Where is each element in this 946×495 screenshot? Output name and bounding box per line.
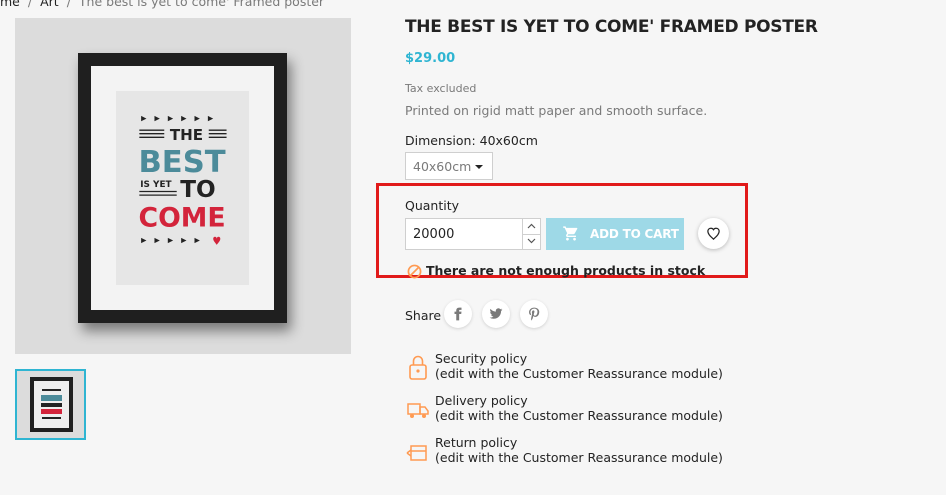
dimension-select-value: 40x60cm (413, 159, 472, 174)
shield-lock-icon (409, 355, 427, 380)
poster-print: THE BEST IS YET TO COME (116, 91, 249, 285)
ban-icon (407, 264, 422, 279)
poster-text-is-yet: IS YET (140, 180, 171, 190)
chevron-up-icon (527, 223, 536, 229)
reassurance-delivery-subtitle: (edit with the Customer Reassurance modu… (435, 408, 723, 423)
breadcrumb-home[interactable]: me (0, 0, 20, 9)
breadcrumb-art[interactable]: Art (40, 0, 59, 9)
reassurance-security: Security policy (edit with the Customer … (405, 351, 725, 387)
poster-frame: THE BEST IS YET TO COME (78, 53, 287, 323)
lines-is-yet (139, 190, 177, 196)
twitter-icon (489, 308, 503, 319)
poster-artwork: THE BEST IS YET TO COME (138, 115, 227, 245)
add-to-cart-button[interactable]: ADD TO CART (546, 218, 684, 250)
return-box-icon (406, 445, 427, 461)
poster-text-the: THE (170, 126, 203, 144)
dimension-select[interactable]: 40x60cm (405, 152, 493, 180)
poster-text-come: COME (138, 202, 225, 233)
reassurance-delivery-title: Delivery policy (435, 393, 528, 408)
poster-text-to: TO (180, 177, 215, 203)
product-title: THE BEST IS YET TO COME' FRAMED POSTER (405, 17, 818, 37)
facebook-icon (454, 307, 462, 321)
tax-note: Tax excluded (405, 82, 477, 95)
thumbnail-frame (30, 377, 73, 432)
quantity-input[interactable]: 20000 (405, 218, 523, 250)
share-label: Share (405, 308, 442, 323)
dimension-label: Dimension: 40x60cm (405, 133, 538, 148)
quantity-increase-button[interactable] (523, 219, 540, 235)
triangles-bottom (141, 237, 200, 244)
breadcrumb: me / Art / The best is yet to come' Framed p… (0, 0, 324, 9)
reassurance-security-subtitle: (edit with the Customer Reassurance modu… (435, 366, 723, 381)
heart-icon (213, 236, 221, 245)
breadcrumb-current: The best is yet to come' Framed poster (78, 0, 325, 9)
triangles-top (141, 115, 214, 122)
share-pinterest-button[interactable] (520, 300, 548, 328)
add-to-cart-label: ADD TO CART (590, 227, 679, 241)
shopping-cart-icon (563, 226, 578, 241)
reassurance-security-title: Security policy (435, 351, 528, 366)
product-main-image[interactable]: THE BEST IS YET TO COME (15, 18, 351, 354)
share-twitter-button[interactable] (482, 300, 510, 328)
chevron-down-icon (475, 165, 483, 169)
poster-text-best: BEST (138, 145, 226, 180)
reassurance-delivery: Delivery policy (edit with the Customer … (405, 393, 725, 429)
breadcrumb-separator: / (27, 0, 33, 9)
product-description: Printed on rigid matt paper and smooth s… (405, 103, 708, 118)
product-thumbnail[interactable] (15, 369, 86, 440)
pinterest-icon (529, 307, 540, 321)
reassurance-return: Return policy (edit with the Customer Re… (405, 435, 725, 471)
heart-outline-icon (707, 227, 720, 241)
quantity-stepper (522, 218, 541, 250)
quantity-decrease-button[interactable] (523, 234, 540, 249)
stock-warning-text: There are not enough products in stock (426, 263, 706, 278)
breadcrumb-separator: / (66, 0, 71, 9)
poster-matte: THE BEST IS YET TO COME (91, 66, 274, 310)
quantity-label: Quantity (405, 198, 460, 213)
product-price: $29.00 (405, 51, 456, 66)
thumbnail-print (34, 381, 69, 428)
thumbnail-artwork (41, 389, 62, 419)
share-facebook-button[interactable] (444, 300, 472, 328)
reassurance-return-title: Return policy (435, 435, 518, 450)
reassurance-return-subtitle: (edit with the Customer Reassurance modu… (435, 450, 723, 465)
chevron-down-icon (527, 238, 536, 244)
wishlist-button[interactable] (698, 218, 729, 249)
truck-icon (407, 403, 429, 418)
